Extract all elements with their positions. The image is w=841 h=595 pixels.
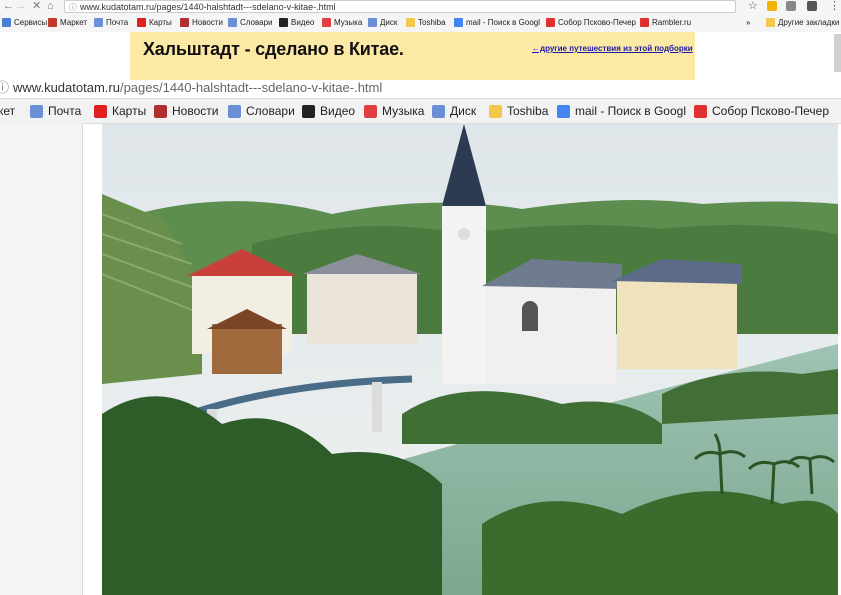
- disk-icon: [368, 18, 377, 27]
- page-title: Хальштадт - сделано в Китае.: [143, 39, 404, 59]
- info-icon[interactable]: ⓘ: [69, 3, 77, 12]
- bookmark[interactable]: mail - Поиск в Googl: [454, 14, 540, 31]
- rambler-icon: [640, 18, 649, 27]
- navigation-bar: ← → ✕ ⌂ ⓘ www.kudatotam.ru/pages/1440-hal…: [0, 0, 841, 14]
- bookmark[interactable]: Словари: [228, 14, 273, 31]
- bookmark[interactable]: Сервисы: [2, 14, 47, 31]
- folder-icon: [406, 18, 415, 27]
- music-icon: [364, 104, 377, 118]
- scrollbar-thumb[interactable]: [834, 34, 841, 72]
- bookmark[interactable]: Собор Псково-Печер: [546, 14, 636, 31]
- extension-icon[interactable]: [807, 1, 817, 11]
- bookmark[interactable]: Карты: [137, 14, 172, 31]
- stop-icon[interactable]: ✕: [32, 0, 41, 12]
- disk-icon: [432, 104, 445, 118]
- market-icon: [48, 18, 57, 27]
- address-bar[interactable]: ⓘ www.kudatotam.ru/pages/1440-halshtadt--…: [64, 0, 736, 13]
- news-icon: [180, 18, 189, 27]
- hallstatt-photo: [102, 124, 838, 595]
- other-bookmarks[interactable]: Другие закладки: [766, 14, 839, 31]
- bookmark: mail - Поиск в Googl: [557, 99, 686, 123]
- bookmark: Карты: [94, 99, 146, 123]
- bookmark[interactable]: Видео: [279, 14, 314, 31]
- bookmark: Видео: [302, 99, 355, 123]
- music-icon: [322, 18, 331, 27]
- home-icon[interactable]: ⌂: [47, 0, 54, 12]
- bookmark: Музыка: [364, 99, 424, 123]
- bookmarks-bar: Сервисы Маркет Почта Карты Новости Слова…: [0, 14, 841, 31]
- other-trips-link[interactable]: ←другие путешествия из этой подборки: [532, 44, 693, 53]
- dictionary-icon: [228, 104, 241, 118]
- bookmark: Почта: [30, 99, 81, 123]
- page-sidebar: [0, 123, 83, 595]
- dictionary-icon: [228, 18, 237, 27]
- map-pin-icon: [94, 104, 107, 118]
- map-pin-icon: [137, 18, 146, 27]
- back-icon[interactable]: ←: [3, 0, 14, 12]
- star-icon[interactable]: ☆: [748, 0, 758, 12]
- folder-icon: [489, 104, 502, 118]
- bookmark: Диск: [432, 99, 476, 123]
- bookmark[interactable]: Новости: [180, 14, 223, 31]
- apps-icon: [2, 18, 11, 27]
- zoomed-address-bar: ⓘ www.kudatotam.ru/pages/1440-halshtadt--…: [0, 80, 841, 96]
- folder-icon: [766, 18, 775, 27]
- google-icon: [557, 104, 570, 118]
- bookmark[interactable]: Диск: [368, 14, 397, 31]
- extension-icon[interactable]: [786, 1, 796, 11]
- video-icon: [279, 18, 288, 27]
- zoomed-bookmarks-bar: кет Почта Карты Новости Словари Видео Му…: [0, 98, 841, 124]
- forward-icon[interactable]: →: [15, 0, 26, 12]
- google-icon: [454, 18, 463, 27]
- bookmark: Новости: [154, 99, 218, 123]
- yandex-icon: [546, 18, 555, 27]
- bookmark: Toshiba: [489, 99, 548, 123]
- menu-icon[interactable]: ⋮: [829, 0, 840, 12]
- info-icon: ⓘ: [0, 80, 10, 95]
- bookmark: Собор Псково-Печер: [694, 99, 829, 123]
- bookmarks-overflow-button[interactable]: »: [746, 14, 750, 31]
- address-text: www.kudatotam.ru/pages/1440-halshtadt---…: [80, 2, 336, 12]
- bookmark[interactable]: Toshiba: [406, 14, 446, 31]
- bookmark[interactable]: Почта: [94, 14, 128, 31]
- news-icon: [154, 104, 167, 118]
- extension-icon[interactable]: [767, 1, 777, 11]
- mail-icon: [30, 104, 43, 118]
- page-margin: [695, 32, 841, 80]
- bookmark[interactable]: Rambler.ru: [640, 14, 691, 31]
- bookmark: кет: [0, 104, 16, 118]
- video-icon: [302, 104, 315, 118]
- bookmark[interactable]: Музыка: [322, 14, 362, 31]
- yandex-icon: [694, 104, 707, 118]
- page-margin: [0, 32, 130, 80]
- mail-icon: [94, 18, 103, 27]
- bookmark: Словари: [228, 99, 295, 123]
- bookmark[interactable]: Маркет: [48, 14, 87, 31]
